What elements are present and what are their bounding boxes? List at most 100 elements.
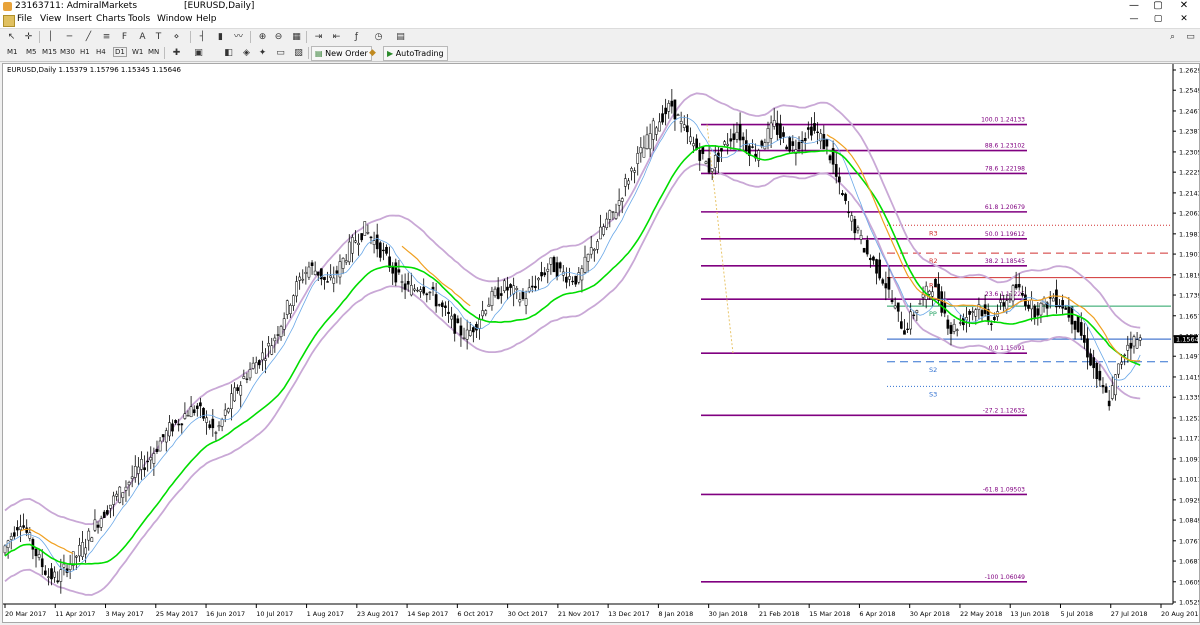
metaeditor-icon[interactable]: ◆ <box>366 47 379 59</box>
candle-body <box>276 334 280 336</box>
candle-body <box>3 545 7 554</box>
candle-body <box>813 123 816 131</box>
candle-body <box>679 121 683 124</box>
menu-tools[interactable]: Tools <box>128 14 150 24</box>
new-order-button[interactable]: ▤ New Order <box>311 46 372 61</box>
menu-insert[interactable]: Insert <box>66 14 92 24</box>
tf-m15[interactable]: M15 <box>42 48 57 56</box>
tester-icon[interactable]: ▨ <box>292 47 305 59</box>
shapes-icon[interactable]: ⋄ <box>170 31 183 43</box>
tf-mn[interactable]: MN <box>148 48 159 56</box>
chart-bars-icon[interactable]: ┤ <box>196 31 209 43</box>
candle-body <box>344 260 348 263</box>
candle-body <box>686 125 689 133</box>
candle-body <box>444 305 447 308</box>
vertical-line-icon[interactable]: │ <box>44 31 57 43</box>
candle-body <box>9 536 13 540</box>
date-tick-label: 20 Aug 2018 <box>1161 610 1199 618</box>
chart-window[interactable]: EURUSD,Daily 1.15379 1.15796 1.15345 1.1… <box>2 63 1200 623</box>
templates-icon[interactable]: ▤ <box>394 31 407 43</box>
child-restore-button[interactable]: ▢ <box>1146 13 1170 26</box>
candle-body <box>214 432 218 434</box>
menu-help[interactable]: Help <box>196 14 217 24</box>
candle-body <box>549 257 553 265</box>
candle-body <box>515 288 519 290</box>
candle-body <box>261 352 264 361</box>
tf-h4[interactable]: H4 <box>96 48 106 56</box>
candle-body <box>400 281 404 283</box>
zoom-in-icon[interactable]: ⊕ <box>256 31 269 43</box>
candle-body <box>161 434 165 438</box>
menu-view[interactable]: View <box>40 14 61 24</box>
zoom-out-icon[interactable]: ⊖ <box>272 31 285 43</box>
candle-body <box>825 139 829 147</box>
minimize-button[interactable]: — <box>1122 0 1146 13</box>
tf-m5[interactable]: M5 <box>26 48 37 56</box>
market-watch-icon[interactable]: ◧ <box>222 47 235 59</box>
candle-body <box>99 518 103 528</box>
tf-h1[interactable]: H1 <box>80 48 90 56</box>
candle-body <box>459 325 463 336</box>
tf-m1[interactable]: M1 <box>7 48 18 56</box>
terminal-icon[interactable]: ▭ <box>274 47 287 59</box>
tile-windows-icon[interactable]: ▦ <box>290 31 303 43</box>
autoscroll-icon[interactable]: ⇥ <box>312 31 325 43</box>
fibonacci-icon[interactable]: F <box>118 31 131 43</box>
profiles-icon[interactable]: ▣ <box>192 47 205 59</box>
candle-body <box>543 272 547 276</box>
tf-m30[interactable]: M30 <box>60 48 75 56</box>
fib-level-label: 88.6 1.23102 <box>985 143 1025 150</box>
chart-shift-icon[interactable]: ⇤ <box>330 31 343 43</box>
label-icon[interactable]: T <box>152 31 165 43</box>
candle-body <box>34 548 38 557</box>
menu-file[interactable]: File <box>17 14 32 24</box>
new-order-icon: ▤ <box>315 49 326 58</box>
candle-body <box>791 141 795 146</box>
price-tick-label: 1.23050 <box>1179 148 1199 156</box>
tf-d1[interactable]: D1 <box>113 47 127 57</box>
candle-body <box>360 233 364 241</box>
candle-body <box>788 137 792 152</box>
child-minimize-button[interactable]: — <box>1122 13 1146 26</box>
candle-body <box>580 268 584 281</box>
candle-body <box>701 146 705 154</box>
new-chart-icon[interactable]: ✚ <box>170 47 183 59</box>
candle-body <box>233 387 236 402</box>
fib-level-label: 78.6 1.22198 <box>985 165 1025 172</box>
chart-candles-icon[interactable]: ▮ <box>214 31 227 43</box>
autotrading-button[interactable]: ▶ AutoTrading <box>383 46 448 61</box>
chat-icon[interactable]: ▭ <box>1184 31 1197 43</box>
menu-window[interactable]: Window <box>157 14 193 24</box>
candle-body <box>1064 307 1068 310</box>
candle-body <box>952 323 956 332</box>
indicators-icon[interactable]: ƒ <box>350 31 363 43</box>
candle-body <box>1030 299 1033 310</box>
price-chart[interactable]: EURUSD,Daily 1.15379 1.15796 1.15345 1.1… <box>3 64 1200 622</box>
candle-body <box>481 310 484 317</box>
channel-icon[interactable]: ≡ <box>100 31 113 43</box>
trendline-icon[interactable]: ╱ <box>82 31 95 43</box>
horizontal-line-icon[interactable]: ─ <box>63 31 76 43</box>
candle-body <box>658 121 661 132</box>
candle-body <box>478 319 481 329</box>
candle-body <box>623 178 627 187</box>
price-tick-label: 1.20630 <box>1179 210 1199 218</box>
crosshair-icon[interactable]: ✛ <box>22 31 35 43</box>
candle-body <box>850 215 854 222</box>
cursor-icon[interactable]: ↖ <box>5 31 18 43</box>
chart-line-icon[interactable]: 〰 <box>232 31 245 43</box>
candle-body <box>608 210 612 220</box>
close-button[interactable]: ✕ <box>1172 0 1196 13</box>
candle-body <box>295 281 298 297</box>
periods-icon[interactable]: ◷ <box>372 31 385 43</box>
navigator-icon[interactable]: ✦ <box>256 47 269 59</box>
child-close-button[interactable]: ✕ <box>1172 13 1196 26</box>
menu-charts[interactable]: Charts <box>96 14 125 24</box>
candle-body <box>434 294 438 307</box>
text-icon[interactable]: A <box>136 31 149 43</box>
tf-w1[interactable]: W1 <box>132 48 143 56</box>
maximize-button[interactable]: ▢ <box>1146 0 1170 13</box>
data-window-icon[interactable]: ◈ <box>240 47 253 59</box>
search-icon[interactable]: ⌕ <box>1166 31 1179 43</box>
date-tick-label: 25 May 2017 <box>156 610 198 618</box>
